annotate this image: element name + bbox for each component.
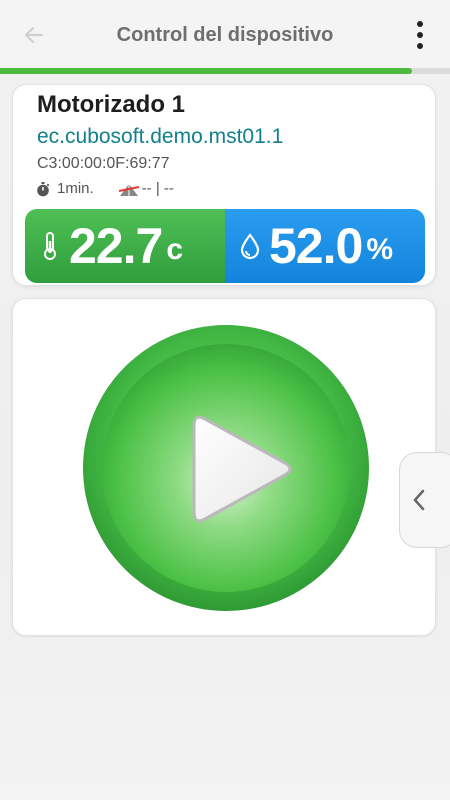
signal-off-icon xyxy=(118,183,139,196)
page-title: Control del dispositivo xyxy=(116,23,334,46)
overflow-menu-button[interactable] xyxy=(410,18,430,52)
play-button[interactable] xyxy=(81,323,371,613)
device-meta-row: 1min. -- | -- xyxy=(35,180,174,197)
readings-panel: 22.7 c 52.0 % xyxy=(25,209,425,283)
signal-status: -- | -- xyxy=(141,180,174,197)
temperature-value: 22.7 xyxy=(69,218,163,274)
app-bar: Control del dispositivo xyxy=(0,0,450,70)
play-icon xyxy=(83,325,369,611)
device-card[interactable]: Motorizado 1 ec.cubosoft.demo.mst01.1 C3… xyxy=(12,84,436,286)
device-name: Motorizado 1 xyxy=(37,91,185,118)
device-id: ec.cubosoft.demo.mst01.1 xyxy=(37,125,284,148)
control-card xyxy=(12,298,436,636)
humidity-unit: % xyxy=(366,233,394,266)
back-button[interactable] xyxy=(14,18,54,52)
water-drop-icon xyxy=(240,233,260,260)
temperature-unit: c xyxy=(166,233,184,266)
side-drawer-tab[interactable] xyxy=(399,452,450,548)
temperature-reading: 22.7 c xyxy=(25,209,225,283)
humidity-value: 52.0 xyxy=(269,218,363,274)
device-mac-address: C3:00:00:0F:69:77 xyxy=(37,155,170,172)
chevron-left-icon xyxy=(413,489,425,511)
humidity-reading: 52.0 % xyxy=(225,209,425,283)
more-vertical-icon xyxy=(417,21,423,27)
progress-bar xyxy=(0,68,450,74)
progress-fill xyxy=(0,68,412,74)
update-interval: 1min. xyxy=(57,180,94,197)
stopwatch-icon xyxy=(37,181,50,196)
arrow-left-icon xyxy=(24,26,44,44)
thermometer-icon xyxy=(44,232,56,260)
